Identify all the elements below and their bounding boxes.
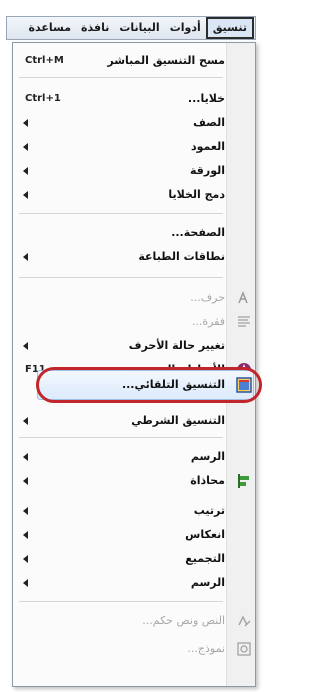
menu-item-label: محاذاة [190,474,225,487]
submenu-arrow-icon [23,191,28,199]
menu-item-drawing-2[interactable]: الرسم [13,571,257,595]
menu-item-label: خلايا... [187,92,225,105]
menu-item-label: مسح التنسيق المباشر [107,54,225,67]
menu-item-fontwork[interactable]: النص ونص حكم... [13,609,257,633]
menu-item-label: الصف [193,116,225,129]
font-icon [236,290,252,306]
menu-item-alignment[interactable]: محاذاة [13,469,257,493]
menu-item-conditional-formatting[interactable]: التنسيق الشرطي [13,409,257,433]
submenu-arrow-icon [23,555,28,563]
menu-item-flip[interactable]: انعكاس [13,523,257,547]
align-icon [236,473,252,489]
submenu-arrow-icon [23,143,28,151]
menu-tools[interactable]: أدوات [165,17,206,39]
menu-item-label: النص ونص حكم... [142,614,225,627]
menu-item-merge-cells[interactable]: دمج الخلايا [13,183,257,207]
menu-item-label: الورقة [189,164,225,177]
menu-separator [19,213,223,214]
submenu-arrow-icon [23,453,28,461]
menu-format[interactable]: تنسيق [205,17,254,39]
submenu-arrow-icon [23,167,28,175]
menu-separator [19,277,223,278]
paragraph-icon [236,314,252,330]
highlight-annotation-ring [36,367,262,403]
menu-help[interactable]: مساعدة [24,17,77,39]
menu-item-label: الرسم [190,576,225,589]
submenu-arrow-icon [23,531,28,539]
menu-item-label: دمج الخلايا [168,188,225,201]
menu-data[interactable]: البيانات [114,17,164,39]
menu-bar: تنسيق أدوات البيانات نافذة مساعدة [6,16,256,40]
menu-item-label: نموذج... [187,642,225,655]
submenu-arrow-icon [23,579,28,587]
submenu-arrow-icon [23,477,28,485]
menu-item-character[interactable]: حرف... [13,286,257,310]
submenu-arrow-icon [23,342,28,350]
menu-item-label: انعكاس [185,528,225,541]
menu-separator [19,601,223,602]
menu-item-drawing[interactable]: الرسم [13,445,257,469]
menu-item-label: الصفحة... [171,226,225,239]
format-dropdown-menu: مسح التنسيق المباشر Ctrl+M خلايا... Ctrl… [12,42,262,687]
submenu-arrow-icon [23,507,28,515]
submenu-arrow-icon [23,417,28,425]
menu-item-group[interactable]: التجميع [13,547,257,571]
submenu-arrow-icon [23,253,28,261]
menu-item-shortcut: Ctrl+M [25,55,64,66]
menu-item-clear-direct-formatting[interactable]: مسح التنسيق المباشر Ctrl+M [13,49,257,73]
menu-window[interactable]: نافذة [76,17,114,39]
menu-item-change-case[interactable]: تغيير حالة الأحرف [13,334,257,358]
menu-item-label: ترتيب [193,504,225,517]
menu-item-paragraph[interactable]: فقرة... [13,310,257,334]
menu-item-label: التنسيق الشرطي [131,414,225,427]
menu-item-column[interactable]: العمود [13,135,257,159]
menu-item-label: حرف... [190,291,225,304]
menu-item-label: الرسم [190,450,225,463]
menu-item-row[interactable]: الصف [13,111,257,135]
menu-separator [19,437,223,438]
fontwork-icon [236,613,252,629]
menu-item-label: نطاقات الطباعة [138,250,225,263]
menu-item-shortcut: Ctrl+1 [25,93,61,104]
menu-item-label: العمود [190,140,225,153]
menu-item-arrange[interactable]: ترتيب [13,499,257,523]
menu-item-label: تغيير حالة الأحرف [128,339,225,352]
submenu-arrow-icon [23,119,28,127]
menu-item-page[interactable]: الصفحة... [13,221,257,245]
menu-item-label: التجميع [185,552,225,565]
menu-item-form[interactable]: نموذج... [13,637,257,661]
menu-item-print-ranges[interactable]: نطاقات الطباعة [13,245,257,269]
menu-separator [19,77,223,78]
menu-item-sheet[interactable]: الورقة [13,159,257,183]
form-icon [236,641,252,657]
menu-item-label: فقرة... [191,315,225,328]
menu-item-cells[interactable]: خلايا... Ctrl+1 [13,87,257,111]
